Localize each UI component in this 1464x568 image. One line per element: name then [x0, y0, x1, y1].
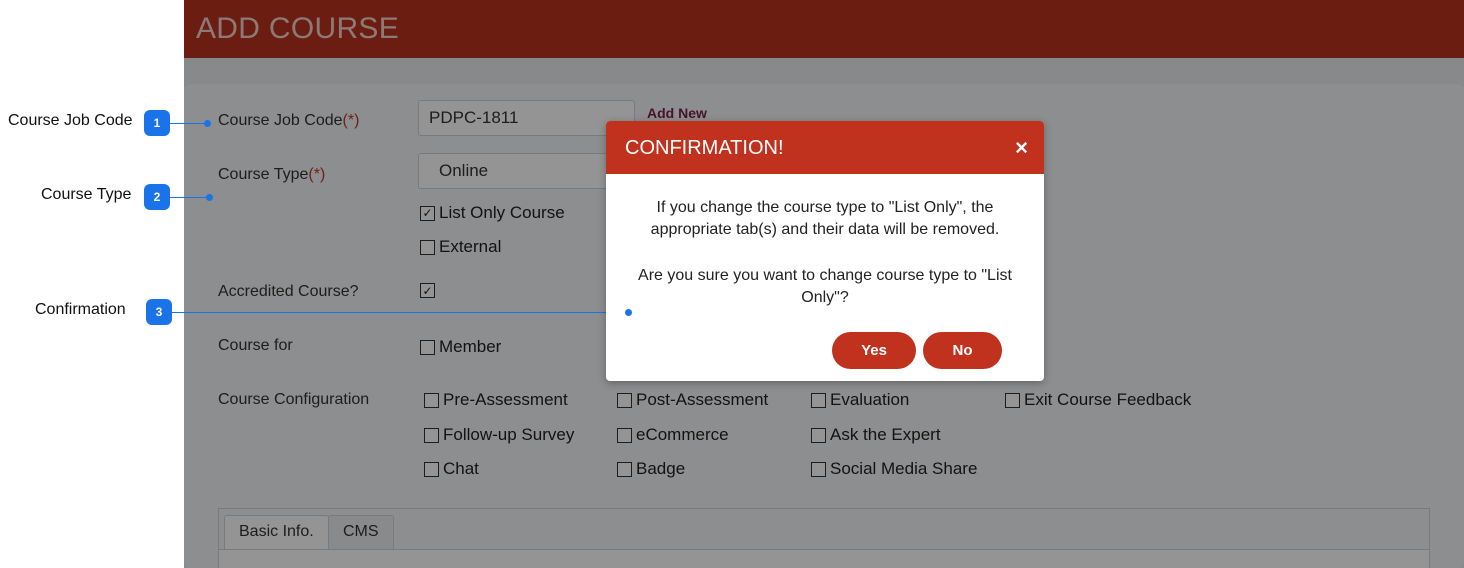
dialog-header: CONFIRMATION! × — [606, 121, 1044, 174]
annotation-gutter: Course Job Code 1 Course Type 2 Confirma… — [0, 0, 184, 568]
callout-dot-3 — [625, 309, 632, 316]
callout-badge-1: 1 — [144, 110, 170, 136]
callout-badge-3: 3 — [146, 299, 172, 325]
no-button[interactable]: No — [923, 332, 1002, 369]
callout-badge-2: 2 — [144, 184, 170, 210]
callout-dot-2 — [206, 194, 213, 201]
dialog-question: Are you sure you want to change course t… — [638, 267, 1012, 306]
callout-line-2 — [170, 197, 210, 198]
dialog-message: If you change the course type to "List O… — [650, 199, 1000, 238]
yes-button[interactable]: Yes — [832, 332, 916, 369]
dialog-title: CONFIRMATION! — [625, 137, 784, 159]
callout-label-3: Confirmation — [35, 301, 126, 318]
callout-label-1: Course Job Code — [8, 112, 133, 129]
callout-dot-1 — [204, 120, 211, 127]
close-icon[interactable]: × — [1015, 135, 1028, 161]
callout-label-2: Course Type — [41, 186, 132, 203]
callout-line-1 — [170, 123, 208, 124]
callout-line-3 — [172, 312, 629, 313]
confirmation-dialog: CONFIRMATION! × If you change the course… — [606, 121, 1044, 381]
